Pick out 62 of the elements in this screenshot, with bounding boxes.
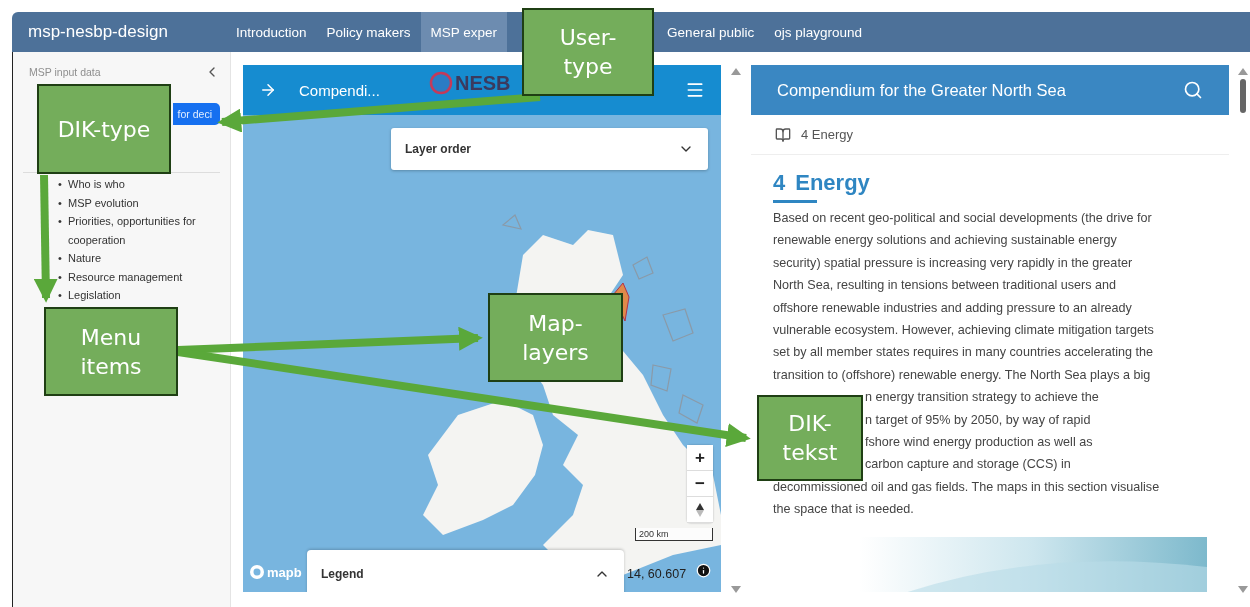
list-bullet: •: [58, 288, 63, 303]
nav-tab[interactable]: Policy makers: [316, 12, 421, 52]
list-bullet: •: [58, 251, 63, 266]
section-heading: 4 Energy: [773, 169, 871, 197]
legend-panel[interactable]: Legend: [307, 550, 624, 592]
body-text-line: North Sea, resulting in tensions between traditional users and: [773, 278, 1117, 293]
nav-tab[interactable]: General public: [657, 12, 765, 52]
info-icon[interactable]: [696, 563, 711, 578]
menu-item[interactable]: Who is who: [68, 175, 125, 194]
annotation-label: Menu items: [44, 307, 178, 396]
logo-icon: [429, 71, 453, 95]
list-bullet: •: [58, 269, 63, 285]
breadcrumb[interactable]: 4 Energy: [801, 127, 854, 142]
body-text-line: decommissioned oil and gas fields. The maps in this section visualise: [773, 479, 1160, 494]
app-title: msp-nesbp-design: [28, 21, 169, 43]
sidebar-link[interactable]: for deci: [173, 103, 220, 125]
body-text-line: renewable energy solutions and achieving sustainable energy: [773, 233, 1117, 248]
list-bullet: •: [58, 195, 63, 211]
body-text-line: vulnerable ecosystem. However, achieving climate mitigation targets: [773, 323, 1154, 338]
coordinates-text: 14, 60.607: [627, 567, 687, 581]
layer-order-dropdown[interactable]: Layer order: [391, 128, 708, 170]
document-title: Compendium for the Greater North Sea: [777, 80, 1066, 100]
attribution-text: mapb: [267, 564, 302, 580]
annotation-label: Map-layers: [488, 293, 623, 382]
header-title: Compendi...: [299, 81, 381, 99]
nav-tab[interactable]: Introduction: [226, 12, 317, 52]
compass-icon: [696, 502, 704, 517]
body-text-line: the space that is needed.: [773, 502, 914, 517]
compass-button[interactable]: [687, 497, 713, 523]
scroll-up-icon[interactable]: [731, 68, 741, 75]
body-text-line: offshore renewable industries and adding pressure to an already: [773, 300, 1132, 315]
body-text-line: security) spatial pressure is increasing very rapidly in the greater: [773, 255, 1133, 270]
book-icon: [775, 126, 791, 143]
body-text-line: carbon capture and storage (CCS) in: [865, 457, 1071, 472]
menu-item[interactable]: Nature: [68, 249, 102, 268]
annotation-label: User-type: [522, 8, 654, 96]
scroll-down-icon[interactable]: [731, 586, 741, 593]
menu-item[interactable]: Priorities, opportunities for cooperation: [68, 212, 220, 249]
zoom-out-button[interactable]: −: [687, 471, 713, 497]
annotation-label: DIK-type: [37, 84, 171, 174]
menu-item[interactable]: Resource management: [68, 267, 183, 286]
mapbox-logo-icon: [249, 564, 265, 580]
search-icon[interactable]: [1183, 80, 1203, 100]
arrow-right-icon[interactable]: [259, 81, 277, 99]
logo-text: NESB: [455, 72, 511, 94]
nav-tab[interactable]: ojs playground: [764, 12, 872, 52]
body-text-line: fshore wind energy production as well as: [865, 435, 1093, 450]
body-text-line: n energy transition strategy to achieve the: [865, 390, 1099, 405]
body-text-line: n target of 95% by 2050, by way of rapid: [865, 412, 1091, 427]
body-text-line: set by all member states requires in many countries accelerating the: [773, 345, 1154, 360]
annotation-label: DIK-tekst: [757, 395, 863, 481]
menu-icon[interactable]: [685, 80, 705, 100]
list-bullet: •: [58, 177, 63, 192]
menu-item[interactable]: Legislation: [68, 286, 121, 305]
zoom-in-button[interactable]: +: [687, 445, 713, 471]
body-text-line: Based on recent geo-political and social developments (the drive for: [773, 211, 1152, 225]
menu-item[interactable]: MSP evolution: [68, 193, 139, 212]
body-text-line: transition to (offshore) renewable energy. The North Sea plays a big: [773, 367, 1151, 382]
scroll-down-icon[interactable]: [1238, 586, 1248, 593]
scrollbar-thumb[interactable]: [1240, 79, 1246, 113]
scale-bar: 200 km: [635, 528, 713, 541]
list-bullet: •: [58, 214, 63, 229]
